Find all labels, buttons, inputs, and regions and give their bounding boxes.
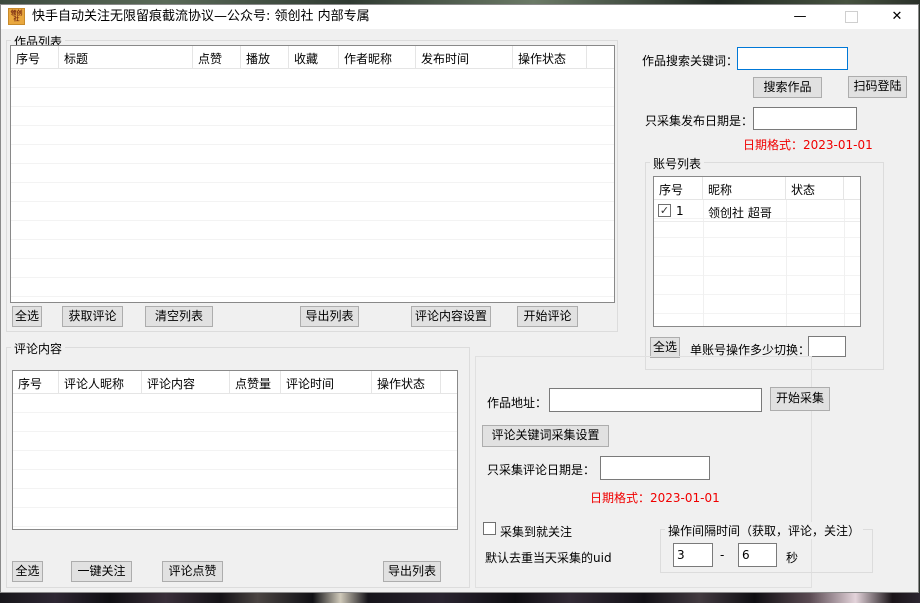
comments-col-time[interactable]: 评论时间 [281,371,372,393]
minimize-button[interactable]: — [786,5,814,29]
works-col-pubtime[interactable]: 发布时间 [416,46,513,68]
comment-date-format-hint: 日期格式：2023-01-01 [590,489,720,506]
works-table: 序号 标题 点赞 播放 收藏 作者昵称 发布时间 操作状态 [10,45,615,303]
account-row-checkbox[interactable]: ✓ [658,204,671,217]
publish-date-format-hint: 日期格式：2023-01-01 [743,136,873,153]
accounts-col-index[interactable]: 序号 [654,177,703,199]
scan-login-button[interactable]: 扫码登陆 [848,76,907,98]
screen: 领创社 快手自动关注无限留痕截流协议—公众号: 领创社 内部专属 — ✕ 作品列… [0,0,920,603]
follow-on-collect-checkbox[interactable] [483,522,496,535]
account-row-nickname: 领创社 超哥 [708,204,772,221]
search-works-button[interactable]: 搜索作品 [753,77,822,98]
follow-on-collect-label: 采集到就关注 [500,523,572,540]
comments-col-status[interactable]: 操作状态 [372,371,441,393]
comments-follow-all-button[interactable]: 一键关注 [71,561,132,582]
account-row[interactable]: ✓ 1 领创社 超哥 [654,200,860,222]
comments-table-body [13,394,457,529]
keyword-input[interactable] [737,47,848,70]
maximize-button [845,11,858,23]
accounts-panel-title: 账号列表 [650,155,704,172]
account-switch-input[interactable] [808,336,846,357]
comments-col-likes[interactable]: 点赞量 [230,371,281,393]
keyword-label: 作品搜索关键词： [642,52,738,69]
interval-min-input[interactable] [673,543,713,567]
app-logo-icon: 领创社 [8,8,25,25]
desktop-wallpaper-bottom [0,593,920,603]
works-col-title[interactable]: 标题 [59,46,193,68]
comments-col-index[interactable]: 序号 [13,371,59,393]
works-col-plays[interactable]: 播放 [241,46,289,68]
comments-col-content[interactable]: 评论内容 [142,371,230,393]
comments-col-extra [441,371,457,393]
works-col-status[interactable]: 操作状态 [513,46,587,68]
accounts-col-nickname[interactable]: 昵称 [703,177,786,199]
accounts-col-status[interactable]: 状态 [786,177,844,199]
accounts-table: 序号 昵称 状态 ✓ 1 领创社 超哥 [653,176,861,327]
interval-dash: - [720,548,724,562]
comments-table-header: 序号 评论人昵称 评论内容 点赞量 评论时间 操作状态 [13,371,457,394]
publish-date-label: 只采集发布日期是： [645,112,753,129]
interval-unit-label: 秒 [786,549,798,566]
accounts-table-header: 序号 昵称 状态 [654,177,860,200]
comment-date-label: 只采集评论日期是： [487,461,595,478]
dedupe-note: 默认去重当天采集的uid [485,549,612,566]
window-title: 快手自动关注无限留痕截流协议—公众号: 领创社 内部专属 [32,5,370,29]
works-col-favs[interactable]: 收藏 [289,46,339,68]
comment-date-input[interactable] [600,456,710,480]
accounts-col-extra [844,177,860,199]
checkbox-check-icon: ✓ [660,204,669,217]
interval-max-input[interactable] [738,543,777,567]
accounts-select-all-button[interactable]: 全选 [650,337,680,358]
works-table-header: 序号 标题 点赞 播放 收藏 作者昵称 发布时间 操作状态 [11,46,614,69]
work-url-input[interactable] [549,388,762,412]
works-table-body [11,69,614,302]
publish-date-input[interactable] [753,107,857,130]
comments-export-list-button[interactable]: 导出列表 [383,561,441,582]
comments-table: 序号 评论人昵称 评论内容 点赞量 评论时间 操作状态 [12,370,458,530]
comments-col-nickname[interactable]: 评论人昵称 [59,371,142,393]
close-button[interactable]: ✕ [883,5,911,29]
works-start-comment-button[interactable]: 开始评论 [517,306,578,327]
works-get-comments-button[interactable]: 获取评论 [62,306,123,327]
comments-select-all-button[interactable]: 全选 [12,561,43,582]
works-select-all-button[interactable]: 全选 [12,306,42,327]
works-col-likes[interactable]: 点赞 [193,46,241,68]
account-row-index: 1 [676,204,684,218]
works-col-extra [587,46,614,68]
works-export-list-button[interactable]: 导出列表 [300,306,359,327]
work-url-label: 作品地址： [487,394,547,411]
works-col-author[interactable]: 作者昵称 [339,46,416,68]
works-col-index[interactable]: 序号 [11,46,59,68]
works-comment-settings-button[interactable]: 评论内容设置 [411,306,491,327]
interval-group-title: 操作间隔时间（获取，评论，关注） [665,522,863,539]
comments-like-button[interactable]: 评论点赞 [162,561,223,582]
start-collect-button[interactable]: 开始采集 [770,387,830,411]
comment-keyword-settings-button[interactable]: 评论关键词采集设置 [482,425,609,447]
works-clear-list-button[interactable]: 清空列表 [145,306,213,327]
comments-panel-title: 评论内容 [11,340,65,357]
